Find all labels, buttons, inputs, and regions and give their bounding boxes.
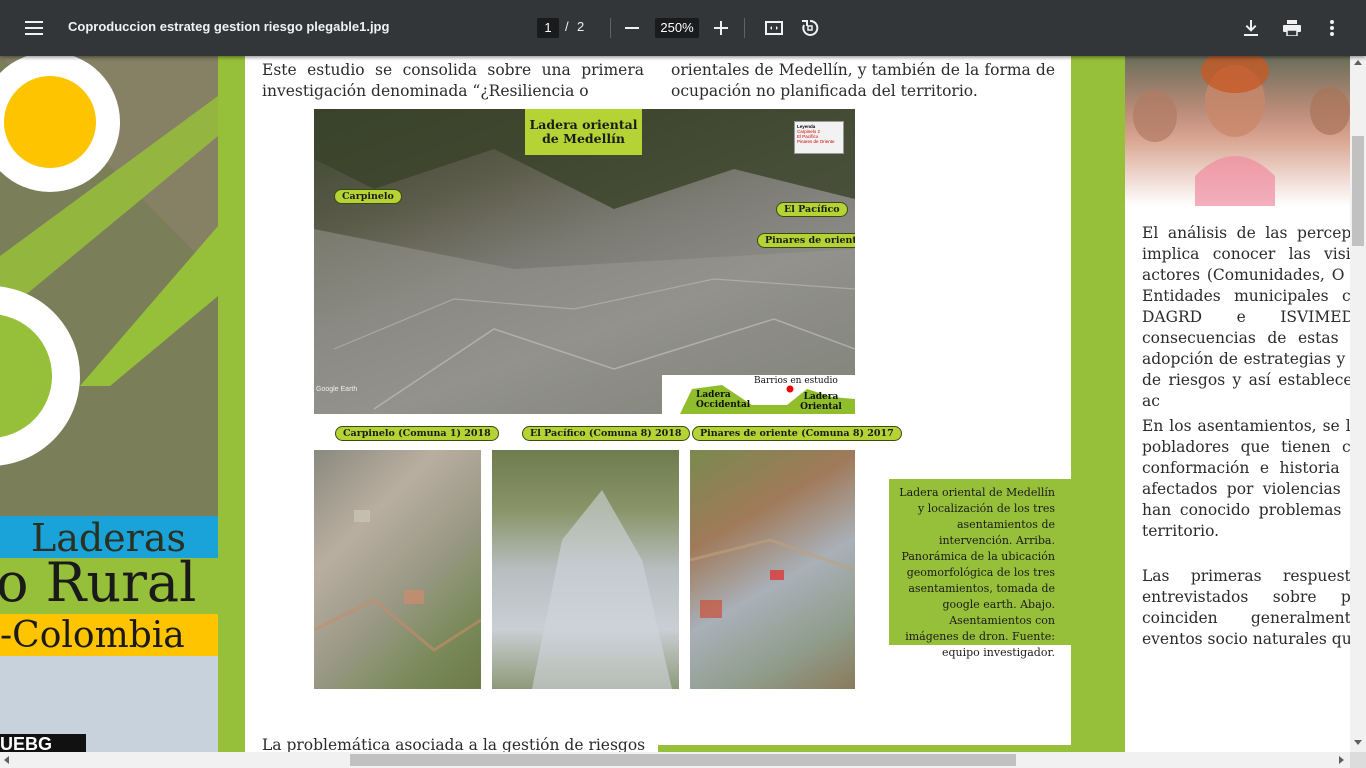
vertical-scroll-thumb[interactable]: [1352, 136, 1364, 246]
fit-page-icon[interactable]: [756, 10, 792, 46]
horizontal-scrollbar[interactable]: [0, 752, 1350, 768]
scroll-left-arrow-icon[interactable]: [4, 756, 9, 764]
right-paragraph-3: Las primeras respuesta entrevistados sob…: [1142, 567, 1350, 648]
google-earth-watermark: Google Earth: [316, 386, 358, 393]
right-paragraph-2: En los asentamientos, se lo pobladores q…: [1142, 417, 1350, 540]
green-border-left-lower: [218, 356, 245, 752]
cover-title-line2: o Rural: [0, 551, 197, 614]
right-paragraph-1: El análisis de las percepc implica conoc…: [1142, 224, 1350, 410]
logo-fragment: UEBG: [0, 734, 53, 752]
figure-caption-box: Ladera oriental de Medellín y localizaci…: [889, 479, 1071, 659]
drone-photo-pinares: [690, 450, 855, 689]
divider: [744, 18, 745, 38]
pdf-toolbar: Coproduccion estrateg gestion riesgo ple…: [0, 0, 1366, 56]
vertical-scrollbar[interactable]: [1350, 56, 1366, 752]
photo-texture: [1133, 56, 1350, 206]
photo-texture: [314, 510, 481, 652]
aerial-map-image: Ladera oriental de Medellín Leyenda Carp…: [314, 109, 855, 414]
map-label-pacifico: El Pacífico: [776, 202, 848, 217]
download-icon[interactable]: [1233, 10, 1269, 46]
map-label-pinares: Pinares de oriente: [757, 233, 855, 248]
print-icon[interactable]: [1274, 10, 1310, 46]
divider: [610, 18, 611, 38]
map-title-box: Ladera oriental de Medellín: [525, 109, 642, 155]
menu-icon[interactable]: [16, 10, 52, 46]
green-bar-bottom: [658, 745, 1071, 752]
map-legend: Leyenda Carpinelo 2 El Pacífico Pinares …: [794, 121, 844, 154]
page-total: 2: [577, 19, 585, 34]
zoom-input[interactable]: 250%: [655, 18, 699, 38]
profile-left-label: Ladera Occidental: [696, 390, 751, 410]
cover-title-line3: -Colombia: [0, 615, 185, 656]
column2-top-text: orientales de Medellín, y también de la …: [671, 61, 1055, 100]
photo-texture: [690, 538, 855, 618]
document-title: Coproduccion estrateg gestion riesgo ple…: [68, 19, 390, 34]
column1-top-text: Este estudio se consolida sobre una prim…: [262, 61, 644, 100]
photo-label-pacifico: El Pacífico (Comuna 8) 2018: [522, 426, 690, 441]
scroll-up-arrow-icon[interactable]: [1354, 60, 1362, 65]
photo-label-carpinelo: Carpinelo (Comuna 1) 2018: [335, 426, 499, 441]
page-number-input[interactable]: 1: [537, 18, 559, 38]
zoom-in-icon[interactable]: [703, 10, 739, 46]
column1-bottom-text: La problemática asociada a la gestión de…: [262, 736, 646, 752]
brochure-cover-panel: Laderas o Rural -Colombia UEBG: [0, 56, 218, 752]
map-label-carpinelo: Carpinelo: [334, 189, 402, 204]
page-separator: /: [565, 19, 569, 34]
rotate-icon[interactable]: [792, 10, 828, 46]
photo-label-pinares: Pinares de oriente (Comuna 8) 2017: [692, 426, 902, 441]
brochure-right-panel: El análisis de las percepc implica conoc…: [1125, 56, 1350, 752]
horizontal-scroll-thumb[interactable]: [350, 754, 1016, 766]
zoom-out-icon[interactable]: [614, 10, 650, 46]
figure-caption: Ladera oriental de Medellín y localizaci…: [899, 486, 1055, 659]
scroll-right-arrow-icon[interactable]: [1339, 756, 1344, 764]
drone-photo-carpinelo: [314, 450, 481, 689]
crowd-photo: [1125, 56, 1350, 206]
legend-item: Pinares de Oriente: [797, 139, 835, 144]
green-border-left: [218, 56, 245, 356]
map-title: Ladera oriental de Medellín: [529, 117, 638, 146]
profile-inset: Barrios en estudio Ladera Occidental Lad…: [662, 375, 855, 414]
profile-right-label: Ladera Oriental: [800, 392, 842, 412]
photo-texture: [532, 490, 672, 689]
more-vert-icon[interactable]: [1314, 10, 1350, 46]
document-viewport[interactable]: Laderas o Rural -Colombia UEBG Este estu…: [0, 56, 1350, 752]
drone-photo-pacifico: [492, 450, 679, 689]
scroll-down-arrow-icon[interactable]: [1354, 740, 1362, 745]
profile-title: Barrios en estudio: [754, 376, 838, 386]
green-border-right: [1071, 56, 1125, 752]
scrollbar-corner: [1350, 752, 1366, 768]
